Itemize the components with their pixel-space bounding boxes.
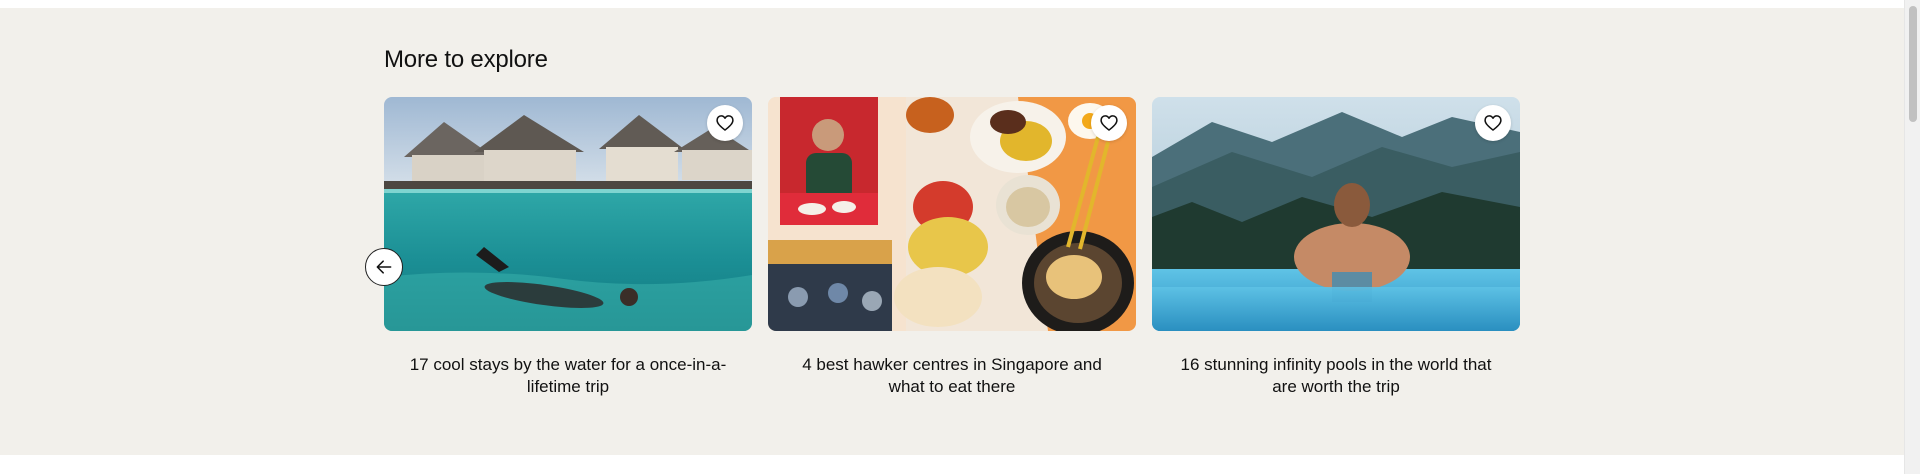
heart-icon bbox=[1100, 115, 1118, 131]
vertical-scrollbar[interactable] bbox=[1904, 0, 1920, 474]
hawker-food-image bbox=[768, 97, 1136, 331]
card-title[interactable]: 4 best hawker centres in Singapore and w… bbox=[768, 354, 1136, 398]
page-bottom-strip bbox=[0, 455, 1904, 474]
card-image-infinity-pools[interactable] bbox=[1152, 97, 1520, 331]
heart-icon bbox=[1484, 115, 1502, 131]
arrow-left-icon bbox=[376, 260, 392, 274]
section-heading: More to explore bbox=[384, 46, 548, 73]
heart-icon bbox=[716, 115, 734, 131]
card-image-hawker-centres[interactable] bbox=[768, 97, 1136, 331]
card-image-water-stays[interactable] bbox=[384, 97, 752, 331]
more-to-explore-section: More to explore 17 cool stays by the wat… bbox=[0, 8, 1904, 455]
favorite-button[interactable] bbox=[1091, 105, 1127, 141]
favorite-button[interactable] bbox=[707, 105, 743, 141]
explore-card-1[interactable]: 17 cool stays by the water for a once-in… bbox=[384, 97, 752, 398]
water-stays-image bbox=[384, 97, 752, 331]
carousel-prev-button[interactable] bbox=[365, 248, 403, 286]
scrollbar-thumb[interactable] bbox=[1909, 6, 1917, 122]
infinity-pool-image bbox=[1152, 97, 1520, 331]
explore-card-3[interactable]: 16 stunning infinity pools in the world … bbox=[1152, 97, 1520, 398]
card-title[interactable]: 16 stunning infinity pools in the world … bbox=[1152, 354, 1520, 398]
card-title[interactable]: 17 cool stays by the water for a once-in… bbox=[384, 354, 752, 398]
page-top-strip bbox=[0, 0, 1904, 8]
favorite-button[interactable] bbox=[1475, 105, 1511, 141]
explore-card-2[interactable]: 4 best hawker centres in Singapore and w… bbox=[768, 97, 1136, 398]
